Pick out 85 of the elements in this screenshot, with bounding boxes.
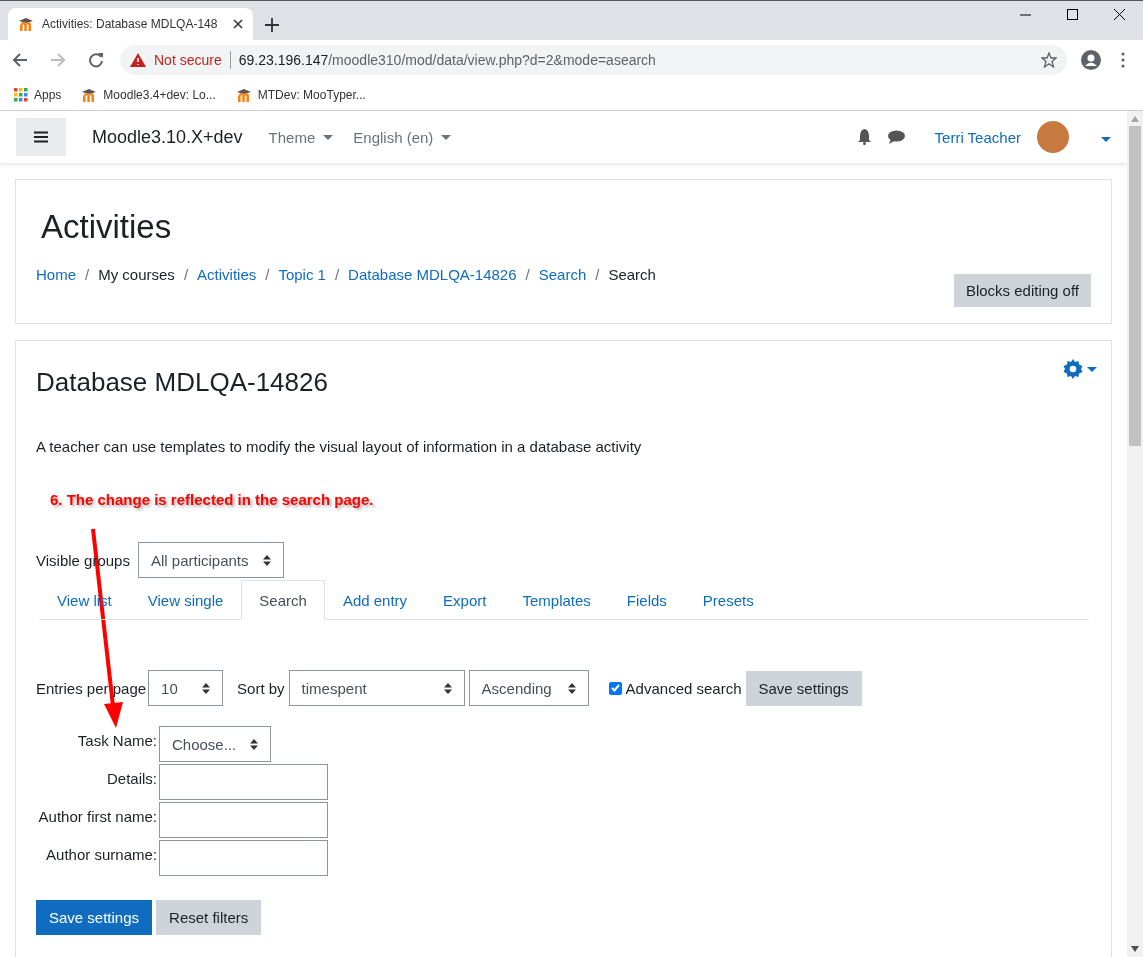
scroll-down-icon[interactable] (1131, 946, 1139, 952)
chat-icon[interactable] (887, 130, 905, 144)
star-icon[interactable] (1041, 52, 1057, 68)
breadcrumb-separator: / (183, 266, 189, 283)
close-icon[interactable] (1114, 9, 1125, 20)
bell-icon[interactable] (856, 129, 872, 145)
breadcrumb-separator: / (265, 266, 270, 283)
breadcrumb-link[interactable]: Database MDLQA-14826 (348, 266, 517, 283)
breadcrumb-item: My courses (98, 266, 175, 283)
scrollbar-thumb[interactable] (1129, 126, 1141, 446)
breadcrumb-link[interactable]: Home (36, 266, 76, 283)
back-icon[interactable] (12, 52, 28, 68)
field-label: Task Name: (77, 732, 157, 751)
field-label: Author surname: (46, 846, 157, 865)
breadcrumb-item: Search (608, 266, 656, 283)
breadcrumb-separator: / (334, 266, 340, 283)
updown-arrow-icon (567, 682, 576, 694)
bookmark-item[interactable]: MTDev: MooTyper... (235, 88, 366, 102)
breadcrumb-link[interactable]: Search (538, 266, 587, 283)
gear-icon (1063, 359, 1083, 379)
maximize-icon[interactable] (1067, 9, 1078, 20)
new-tab-icon[interactable] (265, 18, 279, 32)
input-field[interactable] (159, 764, 328, 800)
updown-arrow-icon (443, 682, 452, 694)
moodle-logo-icon (235, 88, 252, 102)
tab[interactable]: Fields (608, 580, 685, 620)
breadcrumb-separator: / (525, 266, 530, 283)
caret-icon (441, 134, 452, 140)
save-button[interactable]: Save settings (36, 900, 153, 935)
avatar[interactable] (1037, 121, 1069, 153)
field-label: Sort by (237, 679, 285, 697)
apps-grid-icon (14, 88, 28, 102)
tab[interactable]: View single (129, 580, 242, 620)
tab[interactable]: Search (241, 580, 325, 620)
tab[interactable]: Add entry (324, 580, 426, 620)
site-name[interactable]: Moodle3.10.X+dev (92, 126, 243, 148)
input-field[interactable] (159, 802, 328, 838)
blocks-editing-button[interactable]: Blocks editing off (953, 274, 1091, 307)
breadcrumb-link[interactable]: Activities (197, 266, 257, 283)
nav-menu[interactable]: Theme (268, 128, 334, 146)
field-label: Author first name: (38, 808, 157, 827)
address-bar[interactable]: Not secure 69.23.196.147/moodle310/mod/data/view.php?d=2&mode=asearch (120, 45, 1067, 75)
close-icon[interactable] (233, 19, 243, 29)
bookmark-item[interactable]: Moodle3.4+dev: Lo... (81, 88, 216, 102)
select-field[interactable]: Choose... (159, 726, 272, 762)
reset-button[interactable]: Reset filters (156, 900, 262, 935)
sort-field-select[interactable]: timespent (288, 670, 465, 706)
activity-description: A teacher can use templates to modify the visual layout of information in a database activity (36, 438, 643, 455)
activity-title: Database MDLQA-14826 (36, 367, 328, 398)
menu-icon (34, 131, 48, 143)
more-menu-icon[interactable] (1121, 52, 1125, 68)
menu-button[interactable] (16, 118, 66, 156)
annotation-text: 6. The change is reflected in the search page. (50, 491, 375, 508)
settings-menu[interactable] (1063, 359, 1097, 379)
entries-select[interactable]: 10 (148, 670, 224, 706)
nav-menu[interactable]: English (en) (353, 128, 452, 146)
breadcrumb-separator: / (85, 266, 90, 283)
sort-order-select[interactable]: Ascending (468, 670, 589, 706)
tab[interactable]: Templates (504, 580, 609, 620)
breadcrumb-link[interactable]: Topic 1 (278, 266, 326, 283)
checkbox[interactable] (608, 681, 622, 695)
updown-arrow-icon (262, 554, 271, 566)
user-name[interactable]: Terri Teacher (934, 128, 1021, 146)
bookmark-item[interactable]: Apps (14, 88, 62, 102)
moodle-logo-icon (81, 88, 98, 102)
warning-icon (130, 53, 146, 67)
reload-icon[interactable] (88, 52, 104, 68)
tab[interactable]: Export (425, 580, 505, 620)
caret-icon (323, 134, 334, 140)
caret-icon (1087, 366, 1097, 372)
input-field[interactable] (159, 840, 328, 876)
updown-arrow-icon (250, 738, 259, 750)
checkbox-label: Advanced search (625, 679, 742, 697)
breadcrumb-separator: / (595, 266, 600, 283)
page-title: Activities (41, 208, 173, 246)
field-label: Details: (106, 770, 157, 789)
field-label: Entries per page (36, 679, 147, 697)
updown-arrow-icon (202, 682, 211, 694)
groups-select[interactable]: All participants (137, 542, 284, 578)
caret-icon (1101, 137, 1111, 142)
save-settings-button[interactable]: Save settings (745, 670, 862, 706)
moodle-logo-icon (18, 17, 34, 31)
account-icon[interactable] (1081, 50, 1101, 70)
tab[interactable]: Presets (684, 580, 772, 620)
browser-tab[interactable]: Activities: Database MDLQA-148 (8, 8, 253, 40)
